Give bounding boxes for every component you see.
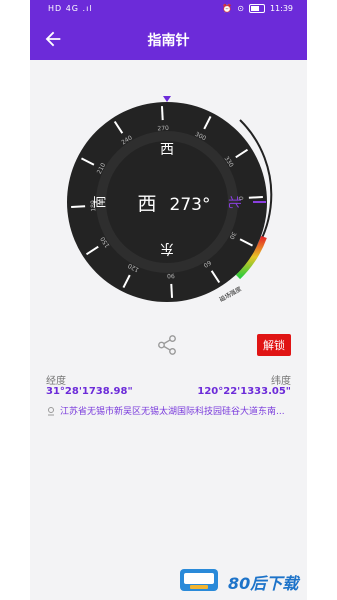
latitude-label: 纬度 (271, 376, 291, 387)
status-time: 11:39 (269, 4, 293, 13)
latitude-value: 120°22'1333.05" (197, 386, 291, 397)
alarm-icon: ⏰ (222, 4, 233, 13)
dial-tick (170, 283, 174, 298)
cardinal-east: 东 (160, 240, 174, 256)
location-icon: ⊙ (237, 4, 244, 13)
phone-screen: HD 4G .ıl ⏰ ⊙ 11:39 指南针 03060901201 (30, 0, 307, 600)
signal-indicator: HD 4G .ıl (48, 4, 93, 13)
cardinal-south: 南 (92, 195, 108, 208)
unlock-button[interactable]: 解锁 (257, 334, 291, 356)
dial-tick (71, 205, 86, 209)
dial-tick (248, 195, 263, 199)
page-title: 指南针 (147, 33, 190, 49)
location-pin-icon (48, 407, 54, 416)
dial-tick (160, 106, 164, 121)
heading-degrees: 273° (170, 195, 211, 215)
compass-dial: 0306090120150180210240270300330 西 北 东 南 … (67, 96, 273, 304)
cardinal-west: 西 (160, 142, 174, 158)
watermark: 80后下载 (178, 566, 328, 594)
watermark-text: 80后下载 (228, 574, 299, 593)
heading-pointer (163, 96, 171, 102)
longitude-value: 31°28'1738.98" (46, 386, 133, 397)
longitude-label: 经度 (46, 376, 66, 387)
dial-tick-label: 270 (157, 125, 169, 133)
address-row: 江苏省无锡市新吴区无锡太湖国际科技园硅谷大道东南... (46, 404, 296, 417)
battery-icon (248, 4, 265, 13)
app-bar: 指南针 (30, 18, 307, 60)
status-icons: ⏰ ⊙ 11:39 (222, 4, 293, 13)
watermark-logo-icon (180, 569, 218, 591)
status-bar: HD 4G .ıl ⏰ ⊙ 11:39 (30, 0, 307, 18)
gauge-label: 磁场强度 (218, 285, 243, 304)
cardinal-north: 北 (226, 195, 241, 208)
dial-tick-label: 90 (167, 272, 175, 279)
address-text: 江苏省无锡市新吴区无锡太湖国际科技园硅谷大道东南... (60, 407, 285, 417)
share-icon[interactable] (156, 334, 178, 356)
direction-label: 西 (137, 193, 156, 215)
